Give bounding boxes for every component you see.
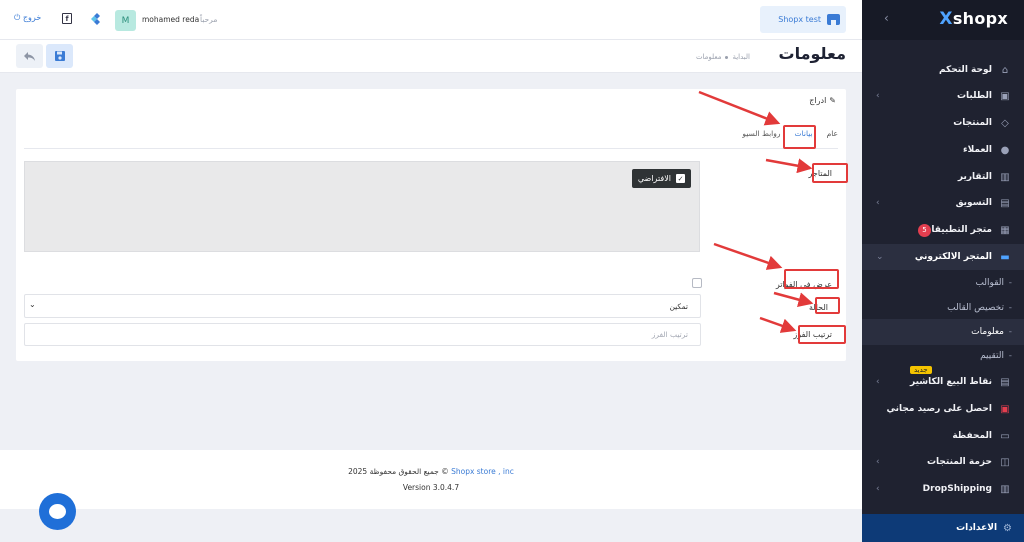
user-icon: ●	[1000, 144, 1010, 156]
page-title: معلومات	[778, 44, 847, 63]
gift-icon: ▣	[1000, 403, 1010, 415]
footer: جميع الحقوق محفوظة 2025 © Shopx store , …	[0, 450, 862, 509]
pencil-icon: ✎	[829, 96, 836, 105]
copyright-prefix: جميع الحقوق محفوظة 2025 ©	[348, 467, 449, 476]
power-icon: ⏻	[14, 13, 21, 22]
card-title-label: ادراج	[809, 96, 827, 105]
sort-order-input[interactable]: ترتيب الفرز	[24, 323, 701, 346]
greeting: مرحباً	[200, 15, 218, 24]
info-form-card: ادراج ✎ عام بيانات روابط السيو المتاجر ا…	[16, 89, 846, 361]
breadcrumb-separator	[725, 55, 729, 59]
pos-icon: ▤	[1000, 376, 1010, 388]
sidebar-item-dropshipping[interactable]: ▥ DropShipping ‹	[862, 476, 1024, 502]
sidebar-item-dashboard[interactable]: ⌂ لوحة التحكم	[862, 57, 1024, 83]
sidebar-item-pos[interactable]: ▤ نقاط البيع الكاشير جديد ‹	[862, 366, 1024, 395]
chevron-down-icon: ⌄	[29, 300, 36, 309]
breadcrumb-home[interactable]: البداية	[732, 53, 750, 61]
version-text: Version 3.0.4.7	[402, 483, 460, 492]
page-header: معلومات البداية معلومات	[0, 40, 862, 73]
logo-x-mark: X	[939, 9, 953, 29]
chat-widget-button[interactable]	[39, 493, 76, 530]
tab-seo-links[interactable]: روابط السيو	[742, 129, 780, 138]
chevron-left-icon: ‹	[876, 484, 880, 494]
card-title: ادراج ✎	[809, 96, 836, 105]
sidebar-item-free-credit[interactable]: ▣ احصل على رصيد مجاني	[862, 396, 1024, 422]
chat-bubble-icon	[49, 504, 66, 519]
shop-icon	[827, 14, 840, 25]
sidebar-item-wallet[interactable]: ▭ المحفظة	[862, 423, 1024, 449]
checkbox-checked-icon[interactable]: ✓	[676, 174, 685, 183]
store-option-default[interactable]: الافتراضي ✓	[631, 169, 691, 188]
annotation-box-data-tab	[783, 125, 816, 149]
annotation-box-invoices	[784, 269, 839, 289]
chevron-down-icon: ⌄	[876, 252, 884, 262]
apps-diamond-icon[interactable]	[90, 12, 104, 26]
facebook-icon[interactable]: f	[62, 13, 72, 24]
store-name: Shopx test	[778, 15, 821, 24]
inbox-icon: ▣	[1000, 90, 1010, 102]
tag-icon: ◇	[1001, 117, 1009, 129]
sidebar-item-marketing[interactable]: ▤ التسويق ‹	[862, 190, 1024, 216]
tab-general[interactable]: عام	[827, 129, 838, 138]
sidebar-collapse-chevron-icon[interactable]: ‹	[884, 11, 889, 25]
avatar[interactable]: M	[115, 10, 136, 31]
status-value: تمكين	[669, 302, 688, 311]
store-switcher[interactable]: Shopx test	[760, 6, 846, 33]
top-bar: Shopx test ⏻ خروج f M mohamed reda مرحبا…	[0, 0, 862, 40]
breadcrumb-current: معلومات	[695, 53, 722, 61]
calendar-icon: ▤	[1000, 197, 1010, 209]
copyright-text: جميع الحقوق محفوظة 2025 © Shopx store , …	[0, 467, 862, 476]
save-icon	[54, 51, 65, 61]
sidebar-item-online-store[interactable]: ▬ المتجر الالكتروني ⌄	[862, 244, 1024, 270]
sidebar-subitem-rating[interactable]: التقييم	[862, 343, 1024, 369]
sidebar-subitem-information[interactable]: معلومات	[862, 319, 1024, 345]
chevron-left-icon: ‹	[876, 377, 880, 387]
sidebar-item-customers[interactable]: ● العملاء	[862, 137, 1024, 163]
sidebar-header: Xshopx ‹	[862, 0, 1024, 40]
app-store-count-badge: 5	[918, 223, 931, 237]
annotation-box-sort-order	[798, 325, 846, 344]
breadcrumb: البداية معلومات	[696, 53, 750, 61]
sidebar-item-products[interactable]: ◇ المنتجات	[862, 110, 1024, 136]
bar-chart-icon: ▥	[1000, 171, 1010, 183]
wallet-icon: ▭	[1000, 430, 1010, 442]
sidebar-item-reports[interactable]: ▥ التقارير	[862, 164, 1024, 190]
sidebar-item-app-store[interactable]: ▦ متجر التطبيقات 5	[862, 217, 1024, 243]
stores-selector[interactable]: الافتراضي ✓	[24, 161, 700, 252]
boxes-icon: ▥	[1000, 483, 1010, 495]
save-button[interactable]	[46, 44, 73, 68]
logout-button[interactable]: ⏻ خروج	[14, 13, 41, 23]
annotation-box-status	[815, 297, 840, 314]
store-icon: ▬	[1000, 251, 1010, 263]
reply-icon	[24, 51, 35, 61]
new-badge: جديد	[910, 366, 932, 374]
tabs-divider	[24, 148, 838, 149]
sidebar-item-orders[interactable]: ▣ الطلبات ‹	[862, 83, 1024, 109]
box-icon: ◫	[1000, 456, 1010, 468]
username[interactable]: mohamed reda	[142, 15, 199, 24]
chevron-left-icon: ‹	[876, 198, 880, 208]
chevron-left-icon: ‹	[876, 457, 880, 467]
sidebar-item-product-bundle[interactable]: ◫ حزمة المنتجات ‹	[862, 449, 1024, 475]
sort-order-placeholder: ترتيب الفرز	[651, 330, 688, 339]
sidebar-item-settings[interactable]: ⚙ الاعدادات	[862, 514, 1024, 542]
grid-icon: ▦	[1000, 224, 1010, 236]
gear-icon: ⚙	[1003, 522, 1012, 534]
home-icon: ⌂	[1001, 64, 1009, 76]
show-in-invoices-checkbox[interactable]	[692, 278, 702, 288]
logout-label: خروج	[22, 13, 42, 22]
sidebar: Xshopx ‹ ⌂ لوحة التحكم ▣ الطلبات ‹ ◇ الم…	[862, 0, 1024, 542]
sidebar-subitem-themes[interactable]: القوالب	[862, 270, 1024, 296]
status-select[interactable]: تمكين ⌄	[24, 294, 701, 318]
annotation-box-stores	[812, 163, 848, 183]
shopx-logo[interactable]: Xshopx	[938, 9, 1008, 29]
company-link[interactable]: Shopx store , inc	[451, 467, 514, 476]
chevron-left-icon: ‹	[876, 91, 880, 101]
store-option-label: الافتراضي	[637, 174, 671, 183]
sidebar-subitem-customize-theme[interactable]: تخصيص القالب	[862, 295, 1024, 321]
back-button[interactable]	[16, 44, 43, 68]
